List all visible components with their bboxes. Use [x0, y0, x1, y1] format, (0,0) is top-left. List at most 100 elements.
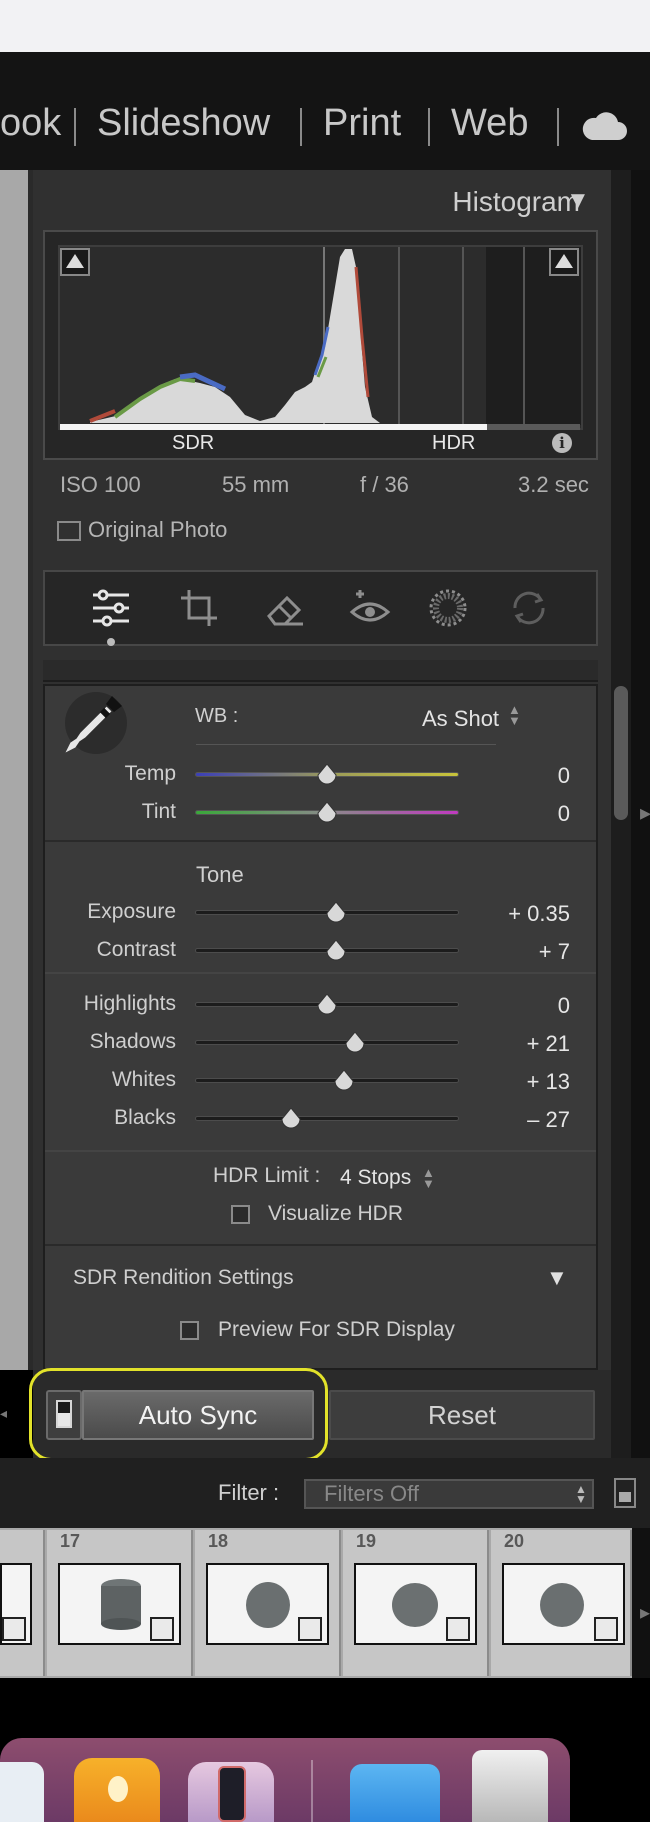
section-separator — [45, 1150, 596, 1152]
wb-dropdown[interactable]: As Shot — [422, 706, 499, 732]
filmstrip-number: 19 — [356, 1531, 377, 1551]
tint-slider-thumb[interactable] — [317, 802, 337, 824]
hdr-range-bar — [487, 424, 580, 430]
cloud-icon[interactable] — [580, 108, 628, 142]
auto-sync-highlight — [29, 1368, 328, 1461]
exposure-slider-thumb[interactable] — [326, 902, 346, 924]
reset-button[interactable]: Reset — [329, 1390, 595, 1440]
info-icon[interactable]: i — [552, 433, 572, 453]
crop-icon[interactable] — [177, 586, 221, 630]
panel-divider — [43, 660, 598, 682]
contrast-slider-thumb[interactable] — [326, 940, 346, 962]
histogram-curve — [89, 249, 380, 423]
module-print[interactable]: Print — [323, 102, 401, 145]
wb-label: WB : — [195, 705, 239, 727]
temp-slider-thumb[interactable] — [317, 764, 337, 786]
dock-folder-icon[interactable] — [350, 1764, 440, 1822]
thumbnail-image — [540, 1583, 584, 1627]
section-separator — [45, 972, 596, 974]
tone-label: Tone — [196, 862, 244, 887]
left-panel-arrow-icon[interactable]: ◂ — [0, 1405, 7, 1422]
filmstrip-number: 20 — [504, 1531, 525, 1551]
contrast-label: Contrast — [96, 938, 176, 961]
wb-separator — [196, 744, 496, 745]
histogram-title[interactable]: Histogram — [452, 186, 580, 218]
original-photo-checkbox[interactable] — [57, 521, 81, 541]
filter-dropdown[interactable]: Filters Off — [304, 1479, 594, 1509]
shadows-slider-thumb[interactable] — [345, 1032, 365, 1054]
shadows-slider-track[interactable] — [195, 1040, 459, 1045]
preview-sdr-label[interactable]: Preview For SDR Display — [218, 1318, 455, 1342]
section-separator — [45, 1244, 596, 1246]
contrast-value[interactable]: + 7 — [539, 939, 570, 965]
tint-label: Tint — [141, 800, 176, 823]
whites-value[interactable]: + 13 — [527, 1069, 570, 1095]
module-web[interactable]: Web — [451, 102, 528, 145]
module-slideshow[interactable]: Slideshow — [97, 102, 270, 145]
presets-icon[interactable] — [507, 586, 551, 630]
develop-adjusted-badge-icon — [2, 1617, 26, 1641]
develop-adjusted-badge-icon — [150, 1617, 174, 1641]
visualize-hdr-checkbox[interactable] — [231, 1205, 250, 1224]
module-separator — [300, 108, 302, 146]
exposure-label: Exposure — [87, 900, 176, 923]
eyedropper-icon[interactable] — [62, 690, 128, 756]
exif-shutter: 3.2 sec — [518, 472, 589, 497]
edit-sliders-icon[interactable] — [89, 586, 133, 630]
masking-icon[interactable] — [426, 586, 470, 630]
histogram-hdr-label: HDR — [432, 432, 476, 454]
highlights-value[interactable]: 0 — [558, 993, 570, 1019]
eraser-icon[interactable] — [263, 586, 307, 630]
blacks-value[interactable]: – 27 — [527, 1107, 570, 1133]
whites-slider-track[interactable] — [195, 1078, 459, 1083]
hdr-limit-dropdown[interactable]: 4 Stops — [340, 1166, 411, 1190]
filmstrip-arrow-icon[interactable]: ▸ — [640, 1600, 650, 1625]
develop-adjusted-badge-icon — [594, 1617, 618, 1641]
exposure-value[interactable]: + 0.35 — [508, 901, 570, 927]
shadows-value[interactable]: + 21 — [527, 1031, 570, 1057]
panel-collapse-arrow-icon[interactable]: ▸ — [640, 800, 650, 826]
histogram-sdr-label: SDR — [172, 432, 215, 454]
blacks-label: Blacks — [114, 1106, 176, 1129]
highlights-slider-thumb[interactable] — [317, 994, 337, 1016]
hdr-limit-updown-icon[interactable]: ▲ ▼ — [422, 1166, 435, 1190]
panel-scroll-thumb[interactable] — [614, 686, 628, 820]
module-separator — [557, 108, 559, 146]
exif-aperture: f / 36 — [360, 472, 409, 497]
thumbnail-image — [392, 1583, 438, 1627]
dock-app-icon[interactable] — [0, 1762, 44, 1822]
hdr-limit-label: HDR Limit : — [213, 1164, 321, 1187]
exif-iso: ISO 100 — [60, 472, 141, 497]
wb-updown-icon[interactable]: ▲ ▼ — [508, 703, 521, 727]
redeye-icon[interactable] — [348, 586, 392, 630]
sdr-rendition-collapse-icon[interactable]: ▼ — [546, 1265, 568, 1291]
filter-label: Filter : — [218, 1480, 280, 1505]
shadows-label: Shadows — [89, 1030, 176, 1053]
window-top-bar — [0, 0, 650, 52]
trash-icon[interactable] — [472, 1750, 548, 1822]
tint-value[interactable]: 0 — [558, 801, 570, 827]
module-separator — [428, 108, 430, 146]
whites-slider-thumb[interactable] — [334, 1070, 354, 1092]
phone-icon — [218, 1766, 246, 1822]
section-separator — [45, 840, 596, 842]
whites-label: Whites — [111, 1068, 176, 1091]
blacks-slider-thumb[interactable] — [281, 1108, 301, 1130]
sdr-rendition-title[interactable]: SDR Rendition Settings — [73, 1266, 294, 1290]
sdr-range-bar — [60, 424, 487, 430]
visualize-hdr-label[interactable]: Visualize HDR — [268, 1202, 403, 1226]
filmstrip-number: 18 — [208, 1531, 229, 1551]
dock-separator — [311, 1760, 313, 1822]
temp-value[interactable]: 0 — [558, 763, 570, 789]
active-tool-indicator — [107, 638, 115, 646]
thumbnail-image — [101, 1579, 141, 1630]
original-photo-label[interactable]: Original Photo — [88, 517, 227, 543]
histogram-collapse-icon[interactable]: ▼ — [566, 187, 590, 215]
highlight-clip-triangle-icon — [555, 254, 573, 268]
thumbnail-image — [246, 1582, 290, 1628]
preview-sdr-checkbox[interactable] — [180, 1321, 199, 1340]
filter-updown-icon[interactable]: ▲ ▼ — [575, 1483, 587, 1505]
module-book[interactable]: ook — [0, 102, 61, 145]
blacks-slider-track[interactable] — [195, 1116, 459, 1121]
highlights-label: Highlights — [83, 992, 176, 1015]
